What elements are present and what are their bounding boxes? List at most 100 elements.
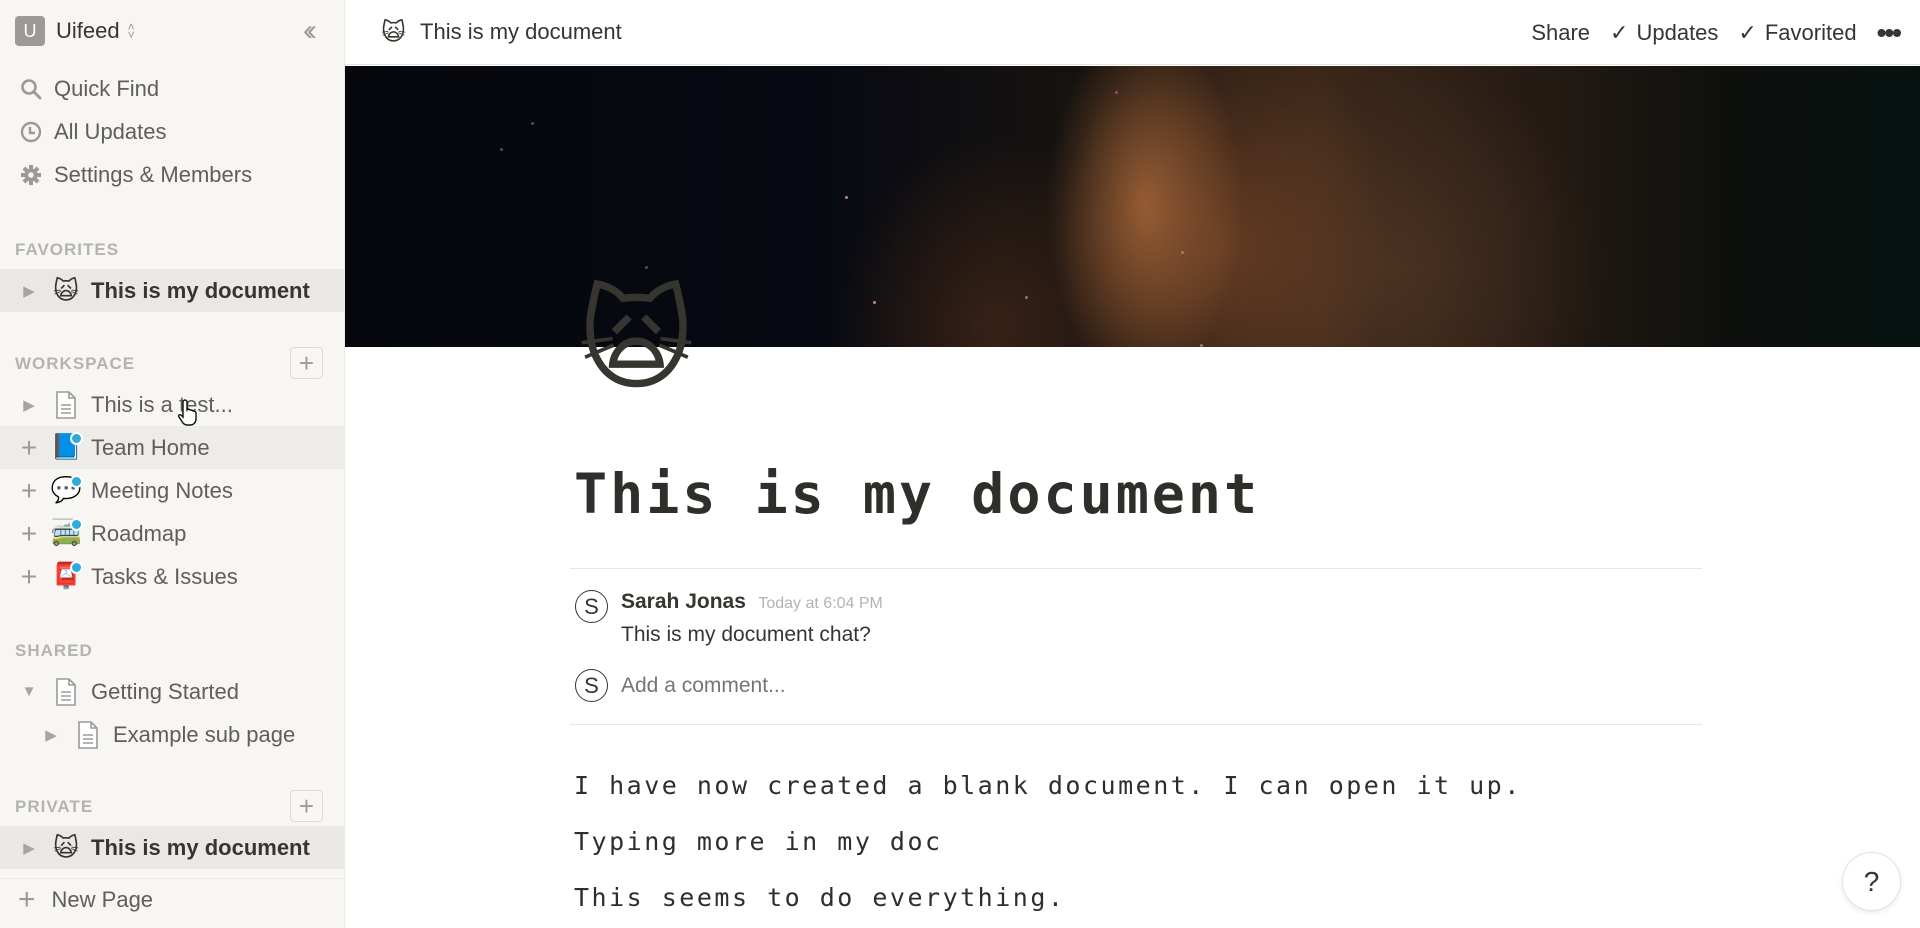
share-button[interactable]: Share [1531, 20, 1590, 46]
section-label-shared: SHARED [15, 641, 93, 660]
avatar: S [575, 590, 608, 623]
sidebar-item-meeting-notes[interactable]: + 💬 Meeting Notes [0, 469, 344, 512]
clock-icon [18, 119, 44, 145]
workspace-switcher[interactable]: U Uifeed ˄ ˅ [15, 16, 135, 46]
page-icon [73, 720, 103, 750]
section-label-favorites: FAVORITES [15, 240, 120, 259]
expand-toggle-icon[interactable]: ▶ [17, 839, 41, 857]
sidebar-item-private-document[interactable]: ▶ 🙀 This is my document [0, 826, 344, 869]
plus-icon: + [18, 883, 36, 916]
plus-icon: + [298, 347, 315, 378]
text-block[interactable]: I have now created a blank document. I c… [574, 771, 1522, 800]
divider [570, 724, 1702, 725]
sidebar-item-favorite-document[interactable]: ▶ 🙀 This is my document [0, 269, 344, 312]
gear-icon [18, 162, 44, 188]
sidebar-item-tasks-issues[interactable]: + 📮 Tasks & Issues [0, 555, 344, 598]
updates-button[interactable]: ✓ Updates [1610, 20, 1718, 46]
hand-pointer-cursor-icon [178, 399, 197, 426]
item-label: Example sub page [113, 721, 296, 747]
unread-dot [70, 517, 83, 531]
new-page-button[interactable]: + New Page [0, 878, 344, 921]
nav-label: Settings & Members [54, 161, 253, 187]
collapse-sidebar-button[interactable]: ‹‹ [290, 14, 324, 48]
nav-label: Quick Find [54, 75, 160, 101]
expand-toggle-icon[interactable]: ▶ [17, 282, 41, 300]
more-options-icon[interactable]: ••• [1877, 17, 1902, 49]
plus-icon: + [298, 790, 315, 821]
item-label: This is my document [91, 834, 310, 860]
postbox-emoji-icon: 📮 [50, 560, 83, 590]
chevron-up-down-icon: ˄ ˅ [127, 20, 135, 42]
expand-toggle-icon[interactable]: ▶ [39, 726, 63, 744]
nav-all-updates[interactable]: All Updates [0, 110, 344, 153]
nav-quick-find[interactable]: Quick Find [0, 67, 344, 110]
item-label: Tasks & Issues [91, 563, 238, 589]
trolleybus-emoji-icon: 🚎 [50, 517, 83, 547]
cat-emoji-icon: 🙀 [52, 833, 80, 862]
add-subpage-icon[interactable]: + [17, 561, 41, 593]
nav-settings-members[interactable]: Settings & Members [0, 153, 344, 196]
workspace-avatar: U [15, 16, 45, 46]
workspace-name: Uifeed [56, 18, 120, 43]
item-label: This is a test... [91, 391, 233, 417]
unread-dot [70, 431, 83, 445]
add-subpage-icon[interactable]: + [17, 475, 41, 507]
blue-book-emoji-icon: 📘 [50, 431, 83, 461]
page-icon [51, 390, 81, 420]
search-icon [18, 76, 44, 102]
add-subpage-icon[interactable]: + [17, 432, 41, 464]
check-icon: ✓ [1610, 19, 1629, 45]
sidebar-item-getting-started[interactable]: ▼ Getting Started [0, 670, 344, 713]
cat-emoji-icon: 🙀 [381, 18, 407, 46]
add-private-page-button[interactable]: + [290, 790, 323, 822]
item-label: This is my document [91, 277, 310, 303]
topbar: 🙀 This is my document Share ✓ Updates ✓ … [345, 0, 1920, 65]
comment-body: Sarah Jonas Today at 6:04 PM This is my … [621, 590, 883, 647]
avatar: S [575, 669, 608, 702]
page-emoji-icon[interactable]: 🙀 [578, 276, 695, 406]
item-label: Meeting Notes [91, 477, 233, 503]
section-label-private: PRIVATE [15, 797, 94, 816]
speech-bubble-emoji-icon: 💬 [50, 474, 83, 504]
sidebar-item-example-sub-page[interactable]: ▶ Example sub page [0, 713, 344, 756]
nav-label: All Updates [54, 118, 167, 144]
sidebar-item-test-page[interactable]: ▶ This is a test... [0, 383, 344, 426]
new-page-label: New Page [51, 887, 154, 912]
comment-text: This is my document chat? [621, 623, 871, 646]
sidebar-item-roadmap[interactable]: + 🚎 Roadmap [0, 512, 344, 555]
divider [570, 568, 1702, 569]
section-label-workspace: WORKSPACE [15, 354, 136, 373]
cat-emoji-icon: 🙀 [52, 276, 80, 305]
collapse-toggle-icon[interactable]: ▼ [17, 683, 41, 700]
favorited-label: Favorited [1764, 19, 1857, 45]
updates-label: Updates [1636, 19, 1719, 45]
sidebar-item-team-home[interactable]: + 📘 Team Home [0, 426, 344, 469]
share-label: Share [1531, 19, 1591, 45]
breadcrumb-title: This is my document [420, 19, 622, 44]
page-title[interactable]: This is my document [574, 462, 1260, 526]
item-label: Team Home [91, 434, 210, 460]
add-subpage-icon[interactable]: + [17, 518, 41, 550]
comment-timestamp: Today at 6:04 PM [758, 595, 883, 612]
sidebar: U Uifeed ˄ ˅ ‹‹ Quick Find All Updates Se… [0, 0, 345, 928]
text-block[interactable]: Typing more in my doc [574, 827, 943, 856]
comment-input[interactable] [621, 673, 1221, 698]
question-mark-icon: ? [1863, 865, 1880, 897]
comment-author: Sarah Jonas [621, 590, 746, 613]
unread-dot [70, 474, 83, 488]
check-icon: ✓ [1738, 19, 1757, 45]
item-label: Roadmap [91, 520, 187, 546]
help-button[interactable]: ? [1842, 852, 1901, 911]
add-workspace-page-button[interactable]: + [290, 347, 323, 379]
page-icon [51, 677, 81, 707]
text-block[interactable]: This seems to do everything. [574, 883, 1065, 912]
breadcrumb[interactable]: 🙀 This is my document [381, 18, 622, 47]
comment-composer: S [575, 669, 1221, 702]
unread-dot [70, 560, 83, 574]
item-label: Getting Started [91, 678, 239, 704]
favorited-button[interactable]: ✓ Favorited [1738, 20, 1856, 46]
top-actions: Share ✓ Updates ✓ Favorited ••• [1531, 0, 1920, 65]
comment: S Sarah Jonas Today at 6:04 PM This is m… [575, 590, 883, 647]
double-chevron-left-icon: ‹‹ [303, 14, 317, 47]
expand-toggle-icon[interactable]: ▶ [17, 396, 41, 414]
